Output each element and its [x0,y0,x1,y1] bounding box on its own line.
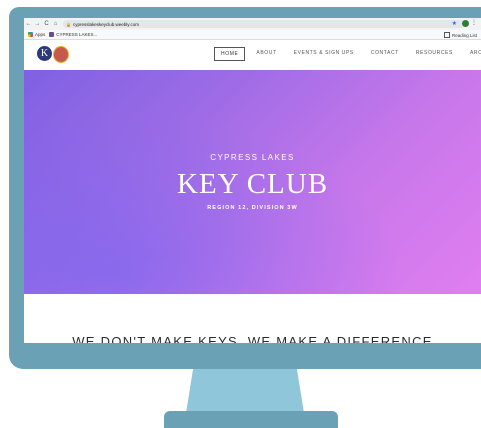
hero-banner: CYPRESS LAKES KEY CLUB REGION 12, DIVISI… [24,70,481,294]
school-crest-logo[interactable] [53,46,69,63]
monitor-stand-neck [186,369,304,413]
tagline-heading: WE DON'T MAKE KEYS, WE MAKE A DIFFERENCE [72,334,433,343]
url-text: cypresslakeskeyclub.weebly.com [73,21,139,27]
address-bar[interactable]: 🔒 cypresslakeskeyclub.weebly.com [63,20,466,28]
nav-about[interactable]: ABOUT [250,47,282,61]
key-club-logo[interactable]: K [37,46,52,61]
browser-toolbar: ← → C ⌂ 🔒 cypresslakeskeyclub.weebly.com… [24,18,481,30]
back-icon[interactable]: ← [24,21,33,27]
bookmarks-bar: Apps CYPRESS LAKES... Reading List [24,30,481,40]
monitor-screen: ← → C ⌂ 🔒 cypresslakeskeyclub.weebly.com… [24,18,481,343]
forward-icon[interactable]: → [33,21,42,27]
bookmark-cypress-lakes[interactable]: CYPRESS LAKES... [49,32,97,37]
bookmark-label: Apps [35,32,46,37]
profile-avatar[interactable] [462,20,469,27]
site-header: K HOME ABOUT EVENTS & SIGN UPS CONTACT R… [24,40,481,70]
home-icon[interactable]: ⌂ [51,21,60,27]
lock-icon: 🔒 [66,22,71,27]
hero-region: REGION 12, DIVISION 3W [207,205,298,211]
nav-archive[interactable]: ARCHIVE [464,47,481,61]
monitor-stand-base [164,411,338,428]
site-favicon-icon [49,32,55,37]
bookmark-apps[interactable]: Apps [28,32,45,37]
apps-grid-icon [28,32,33,37]
nav-contact[interactable]: CONTACT [365,47,405,61]
bookmark-label: CYPRESS LAKES... [56,32,98,37]
reading-list-button[interactable]: Reading List [443,32,477,38]
nav-home[interactable]: HOME [214,47,246,61]
reading-list-label: Reading List [451,32,477,38]
menu-kebab-icon[interactable]: ⋮ [471,19,477,26]
hero-title: KEY CLUB [176,168,329,200]
reload-icon[interactable]: C [42,21,51,27]
nav-events-signups[interactable]: EVENTS & SIGN UPS [288,47,360,61]
bookmark-star-icon[interactable]: ★ [452,20,457,27]
reading-list-icon [443,32,450,38]
nav-resources[interactable]: RESOURCES [410,47,459,61]
site-nav: HOME ABOUT EVENTS & SIGN UPS CONTACT RES… [214,47,481,61]
hero-subtitle: CYPRESS LAKES [210,153,295,162]
